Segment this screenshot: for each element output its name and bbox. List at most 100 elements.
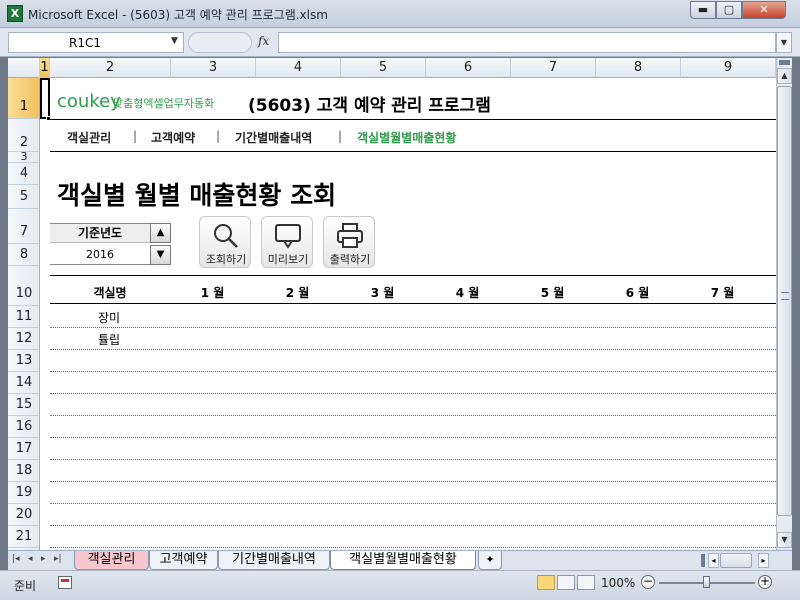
insert-sheet-icon[interactable]: ✦ (478, 551, 502, 570)
sheet-tab[interactable]: 고객예약 (149, 551, 218, 570)
row-header[interactable]: 21 (8, 526, 39, 548)
status-text: 준비 (14, 579, 37, 593)
column-header[interactable]: 9 (681, 58, 776, 78)
table-header-month: 2 월 (285, 286, 310, 300)
sheet-tab-active[interactable]: 객실별월별매출현황 (330, 551, 476, 570)
name-box[interactable]: R1C1 ▼ (8, 32, 184, 53)
row-header[interactable]: 18 (8, 460, 39, 482)
row-header[interactable]: 13 (8, 350, 39, 372)
print-button[interactable]: 출력하기 (323, 216, 375, 268)
close-button[interactable]: ✕ (742, 1, 786, 19)
preview-button[interactable]: 미리보기 (261, 216, 313, 268)
row-header[interactable]: 19 (8, 482, 39, 504)
expand-formula-icon[interactable]: ▼ (776, 32, 792, 53)
column-header[interactable]: 5 (341, 58, 426, 78)
row-header[interactable]: 7 (8, 209, 39, 244)
scroll-down-icon[interactable]: ▼ (777, 532, 792, 548)
divider (50, 151, 776, 152)
printer-icon (337, 223, 363, 248)
nav-period-sales[interactable]: 기간별매출내역 (235, 129, 312, 146)
table-header-month: 5 월 (540, 286, 565, 300)
row-header[interactable]: 20 (8, 504, 39, 526)
zoom-level[interactable]: 100% (601, 576, 635, 590)
chevron-down-icon[interactable]: ▼ (171, 36, 178, 46)
formula-input[interactable] (278, 32, 776, 53)
row-header[interactable]: 16 (8, 416, 39, 438)
column-header[interactable]: 4 (256, 58, 341, 78)
table-header-month: 4 월 (455, 286, 480, 300)
scroll-right-icon[interactable]: ▸ (758, 553, 769, 568)
column-headers: 1 2 3 4 5 6 7 8 9 (8, 58, 776, 78)
row-header[interactable]: 12 (8, 328, 39, 350)
table-row-room-name[interactable]: 튤립 (98, 331, 120, 348)
year-label: 기준년도 (50, 223, 150, 243)
row-header[interactable]: 14 (8, 372, 39, 394)
table-row-divider (50, 481, 776, 482)
normal-view-icon[interactable] (537, 575, 555, 590)
row-header[interactable]: 5 (8, 185, 39, 209)
row-header[interactable]: 2 (8, 119, 39, 152)
nav-separator: | (216, 129, 221, 143)
select-all-corner[interactable] (8, 58, 40, 78)
column-header[interactable]: 2 (50, 58, 171, 78)
row-header[interactable]: 1 (8, 78, 39, 119)
scroll-up-icon[interactable]: ▲ (777, 68, 792, 84)
zoom-slider-thumb[interactable] (703, 576, 710, 588)
nav-room-management[interactable]: 객실관리 (67, 129, 111, 146)
page-layout-view-icon[interactable] (557, 575, 575, 590)
nav-separator: | (133, 129, 138, 143)
active-cell[interactable] (40, 78, 50, 119)
column-header[interactable]: 1 (40, 58, 50, 78)
table-row-divider (50, 459, 776, 460)
year-spin-up-button[interactable]: ▲ (150, 223, 171, 243)
table-border (50, 303, 776, 304)
table-row-divider (50, 371, 776, 372)
column-header[interactable]: 7 (511, 58, 596, 78)
nav-room-monthly-sales[interactable]: 객실별월별매출현황 (357, 129, 456, 146)
row-header[interactable]: 8 (8, 244, 39, 266)
horizontal-scroll-thumb[interactable] (720, 553, 752, 568)
worksheet-grid[interactable]: coukey 맞춤형엑셀업무자동화 (5603) 고객 예약 관리 프로그램 객… (40, 78, 776, 550)
maximize-button[interactable]: ▢ (716, 1, 742, 19)
column-header[interactable]: 3 (171, 58, 256, 78)
title-bar: X Microsoft Excel - (5603) 고객 예약 관리 프로그램… (0, 0, 800, 28)
search-icon (214, 224, 238, 248)
macro-record-icon[interactable] (58, 576, 72, 589)
row-header[interactable]: 4 (8, 163, 39, 185)
column-header[interactable]: 6 (426, 58, 511, 78)
row-header[interactable]: 15 (8, 394, 39, 416)
insert-function-button[interactable]: fx (258, 34, 269, 48)
coukey-logo: coukey (57, 91, 121, 112)
query-button[interactable]: 조회하기 (199, 216, 251, 268)
next-sheet-icon[interactable]: ▸ (41, 554, 46, 564)
table-row-divider (50, 327, 776, 328)
row-header[interactable]: 17 (8, 438, 39, 460)
prev-sheet-icon[interactable]: ◂ (28, 554, 33, 564)
zoom-in-button[interactable]: + (758, 575, 772, 589)
table-row-room-name[interactable]: 장미 (98, 309, 120, 326)
year-value[interactable]: 2016 (50, 245, 150, 265)
page-break-view-icon[interactable] (577, 575, 595, 590)
row-header[interactable]: 11 (8, 306, 39, 328)
year-spin-down-button[interactable]: ▼ (150, 245, 171, 265)
zoom-out-button[interactable]: − (641, 575, 655, 589)
split-handle[interactable] (779, 60, 790, 65)
scroll-left-icon[interactable]: ◂ (708, 553, 719, 568)
vertical-scrollbar[interactable]: ▲ ▼ (776, 58, 792, 550)
row-headers: 1 2 3 4 5 7 8 10 11 12 13 14 15 16 17 18… (8, 78, 40, 550)
row-header[interactable]: 10 (8, 266, 39, 306)
last-sheet-icon[interactable]: ▸| (54, 554, 62, 564)
query-button-label: 조회하기 (205, 253, 247, 266)
first-sheet-icon[interactable]: |◂ (12, 554, 20, 564)
excel-icon[interactable]: X (7, 5, 23, 22)
column-header[interactable]: 8 (596, 58, 681, 78)
table-header-month: 3 월 (370, 286, 395, 300)
minimize-button[interactable]: ▬ (690, 1, 716, 19)
tab-split-handle[interactable] (701, 554, 705, 567)
sheet-tab[interactable]: 객실관리 (74, 551, 149, 570)
sheet-tab[interactable]: 기간별매출내역 (218, 551, 330, 570)
row-header[interactable]: 3 (8, 151, 39, 163)
nav-customer-booking[interactable]: 고객예약 (151, 129, 195, 146)
table-border (50, 275, 776, 276)
scroll-thumb[interactable] (777, 86, 792, 516)
